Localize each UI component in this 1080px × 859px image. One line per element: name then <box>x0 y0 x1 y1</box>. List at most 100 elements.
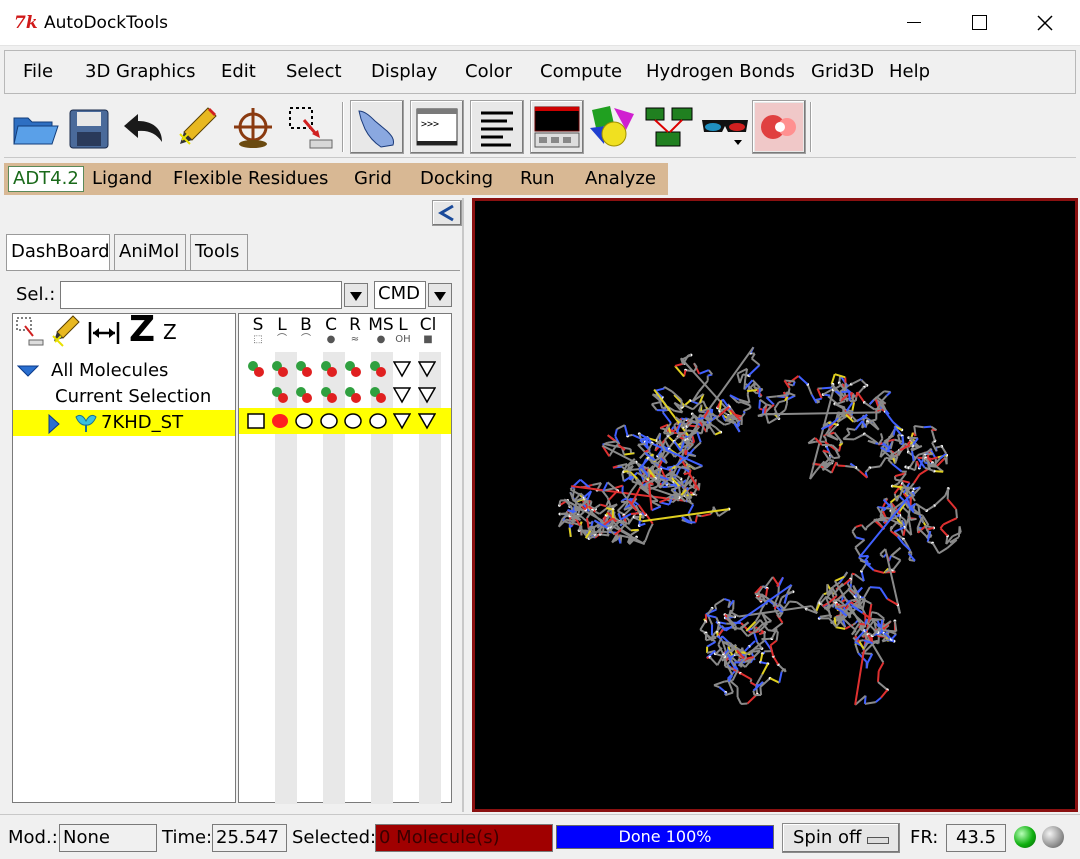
toggle-partial-icon[interactable] <box>320 386 338 404</box>
col-head-l: L <box>277 315 287 335</box>
python-shell-icon[interactable]: >>> <box>410 100 464 154</box>
pencil-pick-icon[interactable] <box>51 314 83 348</box>
molecule-tree: Z Z All Molecules Current Selection 7KHD… <box>12 310 236 803</box>
cmd-tab-adt42[interactable]: ADT4.2 <box>8 166 84 192</box>
maximize-button[interactable] <box>946 0 1012 46</box>
cmd-tab-flexible-residues[interactable]: Flexible Residues <box>173 168 328 190</box>
select-checkbox-icon[interactable] <box>247 412 265 430</box>
undo-arrow-icon[interactable] <box>116 100 170 154</box>
col-sub-r: ≈ <box>350 334 360 345</box>
toggle-off-icon[interactable] <box>320 412 338 430</box>
col-sub-ms: ● <box>376 334 386 345</box>
tab-dashboard[interactable]: DashBoard <box>6 234 110 272</box>
cmd-tab-docking[interactable]: Docking <box>420 168 493 190</box>
toggle-off-icon[interactable] <box>369 412 387 430</box>
svg-text:>>>: >>> <box>421 119 439 130</box>
cmd-dropdown-button[interactable] <box>428 283 452 307</box>
save-floppy-icon[interactable] <box>62 100 116 154</box>
toggle-partial-icon[interactable] <box>369 360 387 378</box>
crosshair-center-icon[interactable] <box>226 100 280 154</box>
selection-tool-icon[interactable] <box>15 316 45 348</box>
tree-item-current-selection[interactable]: Current Selection <box>13 384 235 410</box>
fit-width-icon[interactable] <box>87 320 121 346</box>
toggle-on-icon[interactable] <box>271 412 289 430</box>
stereo-glasses-icon[interactable] <box>698 100 752 154</box>
tree-item-all-molecules[interactable]: All Molecules <box>13 358 235 384</box>
log-window-icon[interactable] <box>530 100 584 154</box>
menu-hydrogen-bonds[interactable]: Hydrogen Bonds <box>646 61 795 83</box>
selection-tool-icon[interactable] <box>282 100 336 154</box>
toggle-partial-icon[interactable] <box>295 386 313 404</box>
cmd-field[interactable]: CMD <box>374 281 426 309</box>
menu-3d-graphics[interactable]: 3D Graphics <box>85 61 196 83</box>
tree-item-label: 7KHD_ST <box>101 412 184 433</box>
display-columns: S L B C R MS L Cl ⬚ ⌒ ⌒ ● ≈ ● OH ■ <box>238 313 452 804</box>
grid-row-current-selection <box>239 382 451 408</box>
col-head-b: B <box>300 315 312 335</box>
close-button[interactable] <box>1012 0 1078 46</box>
cmd-tab-analyze[interactable]: Analyze <box>585 168 656 190</box>
molecule-viewer-canvas[interactable] <box>472 198 1078 812</box>
menu-file[interactable]: File <box>23 61 53 83</box>
selected-label: Selected: <box>292 827 377 848</box>
down-triangle-icon[interactable] <box>393 360 411 378</box>
cmd-tab-ligand[interactable]: Ligand <box>92 168 152 190</box>
toggle-partial-icon[interactable] <box>271 386 289 404</box>
tab-animol[interactable]: AniMol <box>114 234 186 270</box>
col-sub-s: ⬚ <box>253 334 263 345</box>
down-triangle-icon[interactable] <box>418 386 436 404</box>
tab-tools[interactable]: Tools <box>190 234 248 270</box>
toggle-partial-icon[interactable] <box>320 360 338 378</box>
minimize-button[interactable] <box>880 0 946 46</box>
down-triangle-icon[interactable] <box>418 360 436 378</box>
close-icon <box>1037 15 1053 31</box>
geometry-shapes-icon[interactable] <box>586 100 640 154</box>
down-triangle-icon[interactable] <box>393 412 411 430</box>
tree-item-molecule[interactable]: 7KHD_ST <box>13 410 235 436</box>
zoom-big-button[interactable]: Z <box>129 310 155 350</box>
menu-help[interactable]: Help <box>889 61 930 83</box>
down-triangle-icon[interactable] <box>418 412 436 430</box>
dashboard-panel: Sel.: CMD Z Z All Molecules Current Sele… <box>6 270 460 812</box>
cmd-tab-grid[interactable]: Grid <box>354 168 392 190</box>
toggle-partial-icon[interactable] <box>271 360 289 378</box>
fr-field: 43.5 <box>946 824 1006 852</box>
selection-dropdown-button[interactable] <box>344 283 368 307</box>
toggle-off-icon[interactable] <box>295 412 313 430</box>
toggle-partial-icon[interactable] <box>295 360 313 378</box>
menu-edit[interactable]: Edit <box>221 61 256 83</box>
menu-display[interactable]: Display <box>371 61 437 83</box>
menu-color[interactable]: Color <box>465 61 512 83</box>
selection-input[interactable] <box>60 281 342 309</box>
collapse-panel-button[interactable] <box>432 200 462 226</box>
spin-toggle-button[interactable]: Spin off <box>782 823 900 853</box>
down-triangle-icon[interactable] <box>393 386 411 404</box>
zoom-small-button[interactable]: Z <box>163 320 177 344</box>
status-light-green-icon <box>1014 826 1036 848</box>
left-panel: DashBoard AniMol Tools Sel.: CMD Z Z All… <box>0 198 468 812</box>
toggle-partial-icon[interactable] <box>369 386 387 404</box>
tk-logo-icon: 7k <box>14 13 38 33</box>
expanded-triangle-icon[interactable] <box>17 364 39 378</box>
menu-grid3d[interactable]: Grid3D <box>811 61 874 83</box>
col-head-c: C <box>325 315 337 335</box>
menu-select[interactable]: Select <box>286 61 342 83</box>
tree-toolbar: Z Z <box>13 310 235 352</box>
collapsed-triangle-icon[interactable] <box>47 414 61 434</box>
toggle-partial-icon[interactable] <box>247 360 265 378</box>
window-title: AutoDockTools <box>44 13 169 33</box>
col-head-r: R <box>349 315 361 335</box>
render-icon[interactable] <box>752 100 806 154</box>
pointing-hand-icon[interactable] <box>350 100 404 154</box>
col-sub-l: ⌒ <box>277 334 287 345</box>
open-folder-icon[interactable] <box>8 100 62 154</box>
text-lines-icon[interactable] <box>470 100 524 154</box>
toggle-partial-icon[interactable] <box>344 360 362 378</box>
menu-compute[interactable]: Compute <box>540 61 622 83</box>
cmd-tab-run[interactable]: Run <box>520 168 555 190</box>
network-editor-icon[interactable] <box>642 100 696 154</box>
pencil-pick-icon[interactable] <box>170 100 224 154</box>
toggle-off-icon[interactable] <box>344 412 362 430</box>
toggle-partial-icon[interactable] <box>344 386 362 404</box>
grid-row-all-molecules <box>239 356 451 382</box>
